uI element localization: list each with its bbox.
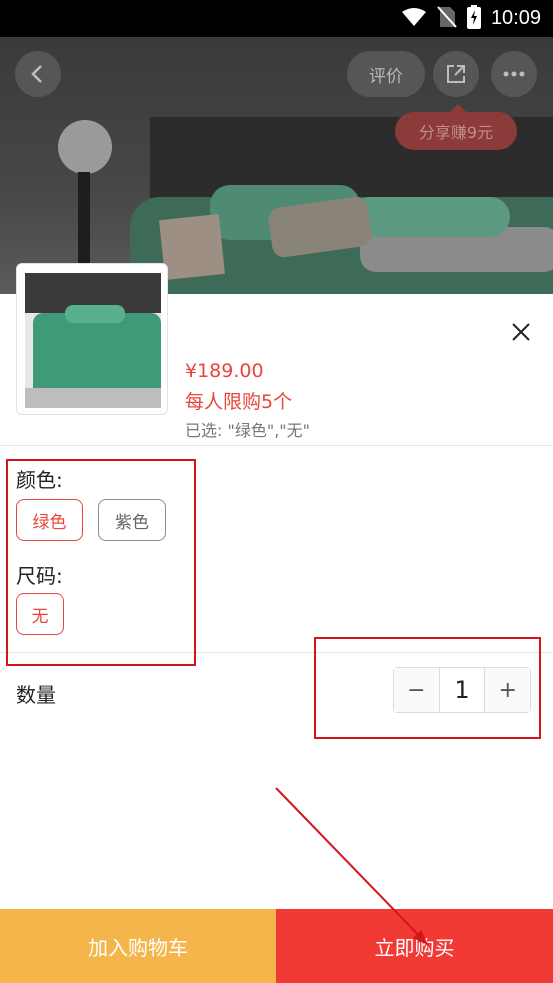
product-price: ¥189.00 [185,360,264,382]
add-to-cart-button[interactable]: 加入购物车 [0,909,276,983]
share-earn-tip: 分享赚9元 [395,104,517,150]
wifi-icon [401,7,427,31]
close-button[interactable] [505,316,537,348]
no-sim-icon [437,5,457,32]
status-bar: 10:09 [0,0,553,37]
more-dots-icon [503,71,525,77]
buy-now-button[interactable]: 立即购买 [276,909,553,983]
annotation-box-quantity [314,637,541,739]
chevron-left-icon [31,65,42,83]
back-button[interactable] [15,51,61,97]
quantity-label: 数量 [16,683,56,707]
clock-time: 10:09 [490,7,541,29]
purchase-limit: 每人限购5个 [185,391,293,413]
close-icon [512,323,530,341]
product-thumbnail [16,263,168,415]
divider [0,445,553,446]
share-icon [447,65,465,83]
share-button[interactable] [433,51,479,97]
review-button[interactable]: 评价 [347,51,425,97]
bottom-action-bar: 加入购物车 立即购买 [0,909,553,983]
more-button[interactable] [491,51,537,97]
battery-charging-icon [466,4,481,33]
selected-options: 已选: "绿色","无" [185,421,311,440]
annotation-box-options [6,459,196,666]
